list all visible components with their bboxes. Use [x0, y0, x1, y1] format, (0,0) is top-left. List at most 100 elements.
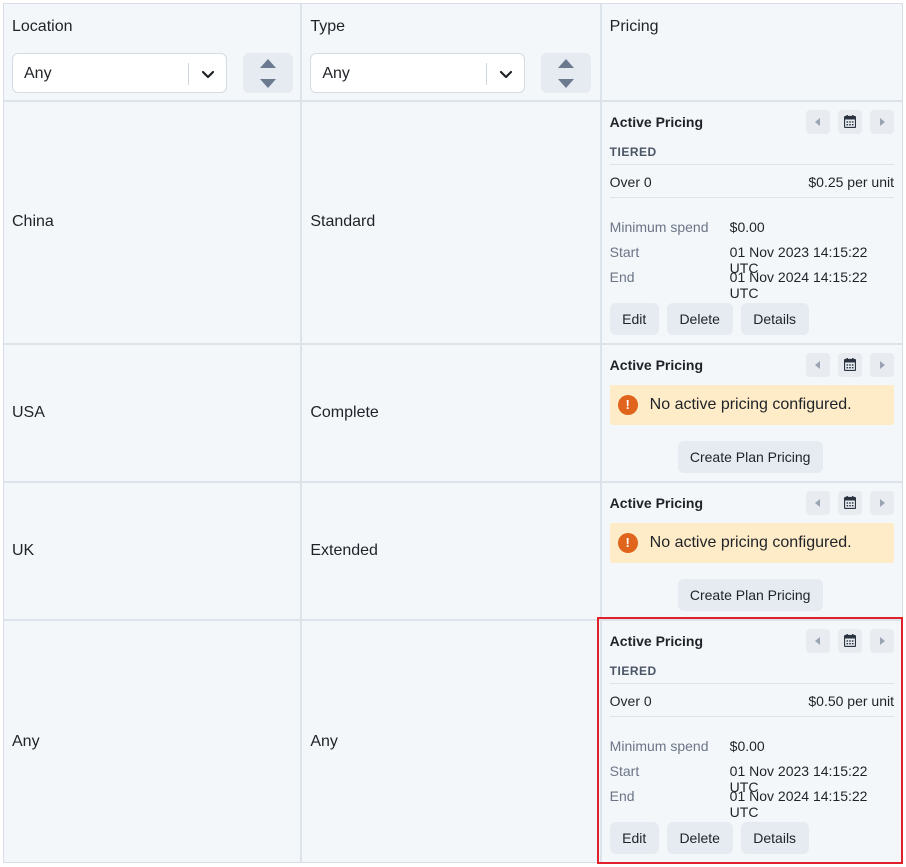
location-column-title: Location: [12, 18, 73, 35]
prev-pricing-button[interactable]: [806, 353, 830, 377]
create-plan-pricing-button[interactable]: Create Plan Pricing: [677, 441, 823, 473]
table-header: Location Any Type Any Pricing: [4, 4, 902, 102]
caret-right-icon: [880, 637, 885, 645]
pricing-header-cell: Pricing: [602, 4, 902, 100]
sort-up-icon: [260, 59, 276, 68]
table-row: USA Complete Active Pricing ! No active …: [4, 345, 902, 483]
select-divider: [486, 63, 488, 85]
warning-text: No active pricing configured.: [649, 396, 852, 413]
details-button[interactable]: Details: [740, 822, 809, 854]
active-pricing-title: Active Pricing: [609, 114, 704, 130]
pricing-cell: Active Pricing TIERED Over 0 $0.50 per u…: [602, 621, 902, 862]
calendar-button[interactable]: [838, 629, 862, 653]
chevron-down-icon: [500, 70, 513, 79]
delete-button[interactable]: Delete: [666, 822, 733, 854]
active-pricing-title: Active Pricing: [609, 633, 704, 649]
sort-up-icon: [558, 59, 575, 68]
type-filter-value: Any: [322, 65, 350, 82]
min-spend-value: $0.00: [729, 738, 765, 754]
divider: [609, 683, 894, 684]
calendar-button[interactable]: [838, 110, 862, 134]
tier-label: Over 0: [609, 693, 652, 709]
start-label: Start: [609, 763, 640, 779]
location-filter-select[interactable]: Any: [12, 53, 227, 93]
location-cell: Any: [4, 621, 303, 862]
no-pricing-warning: ! No active pricing configured.: [609, 385, 894, 425]
edit-button[interactable]: Edit: [609, 303, 659, 335]
calendar-icon: [844, 634, 856, 647]
location-cell: UK: [4, 483, 303, 619]
table-row: UK Extended Active Pricing ! No active p…: [4, 483, 902, 621]
min-spend-label: Minimum spend: [609, 738, 709, 754]
prev-pricing-button[interactable]: [806, 629, 830, 653]
exclamation-circle-icon: !: [617, 533, 638, 553]
calendar-button[interactable]: [838, 491, 862, 515]
next-pricing-button[interactable]: [870, 491, 894, 515]
pricing-cell: Active Pricing TIERED Over 0 $0.25 per u…: [602, 102, 902, 343]
divider: [609, 164, 894, 165]
type-column-title: Type: [310, 18, 346, 35]
prev-pricing-button[interactable]: [806, 110, 830, 134]
location-filter-value: Any: [24, 65, 52, 82]
select-divider: [188, 63, 189, 85]
pricing-model-label: TIERED: [609, 664, 657, 678]
tier-price: $0.25 per unit: [808, 174, 894, 190]
create-plan-pricing-button[interactable]: Create Plan Pricing: [677, 579, 823, 611]
sort-down-icon: [558, 79, 575, 88]
pricing-table: Location Any Type Any Pricing China Stan…: [3, 3, 903, 863]
end-value: 01 Nov 2024 14:15:22 UTC: [729, 788, 868, 820]
type-sort-button[interactable]: [541, 53, 592, 93]
caret-left-icon: [815, 361, 820, 369]
sort-down-icon: [260, 79, 276, 88]
type-value: Extended: [310, 542, 378, 559]
next-pricing-button[interactable]: [870, 353, 894, 377]
type-cell: Extended: [302, 483, 602, 619]
type-header-cell: Type Any: [302, 4, 602, 100]
divider: [609, 197, 894, 198]
pricing-column-title: Pricing: [609, 18, 659, 35]
location-value: China: [12, 213, 54, 230]
type-cell: Any: [302, 621, 602, 862]
end-label: End: [609, 269, 635, 285]
caret-left-icon: [815, 499, 820, 507]
pricing-nav: [806, 353, 894, 377]
tier-label: Over 0: [609, 174, 652, 190]
calendar-button[interactable]: [838, 353, 862, 377]
type-filter-select[interactable]: Any: [310, 53, 526, 93]
caret-left-icon: [815, 118, 820, 126]
type-cell: Complete: [302, 345, 602, 481]
calendar-icon: [844, 358, 856, 371]
delete-button[interactable]: Delete: [666, 303, 733, 335]
pricing-cell: Active Pricing ! No active pricing confi…: [602, 345, 902, 481]
type-value: Standard: [310, 213, 376, 230]
edit-button[interactable]: Edit: [609, 822, 659, 854]
location-value: UK: [12, 542, 35, 559]
caret-right-icon: [880, 118, 885, 126]
min-spend-value: $0.00: [729, 219, 765, 235]
next-pricing-button[interactable]: [870, 629, 894, 653]
details-button[interactable]: Details: [740, 303, 809, 335]
pricing-nav: [806, 491, 894, 515]
location-cell: China: [4, 102, 303, 343]
type-value: Complete: [310, 404, 379, 421]
end-value: 01 Nov 2024 14:15:22 UTC: [729, 269, 868, 301]
location-value: Any: [12, 733, 40, 750]
table-row: China Standard Active Pricing TIERED Ove…: [4, 102, 902, 345]
exclamation-circle-icon: !: [617, 395, 638, 415]
start-label: Start: [609, 244, 640, 260]
pricing-nav: [806, 629, 894, 653]
type-value: Any: [310, 733, 338, 750]
next-pricing-button[interactable]: [870, 110, 894, 134]
tier-price: $0.50 per unit: [808, 693, 894, 709]
table-row: Any Any Active Pricing TIERED Over 0 $0.…: [4, 621, 902, 862]
divider: [609, 716, 894, 717]
no-pricing-warning: ! No active pricing configured.: [609, 523, 894, 563]
location-sort-button[interactable]: [243, 53, 293, 93]
calendar-icon: [844, 115, 856, 128]
prev-pricing-button[interactable]: [806, 491, 830, 515]
location-cell: USA: [4, 345, 303, 481]
active-pricing-title: Active Pricing: [609, 495, 704, 511]
caret-right-icon: [880, 499, 885, 507]
caret-right-icon: [880, 361, 885, 369]
warning-text: No active pricing configured.: [649, 534, 852, 551]
